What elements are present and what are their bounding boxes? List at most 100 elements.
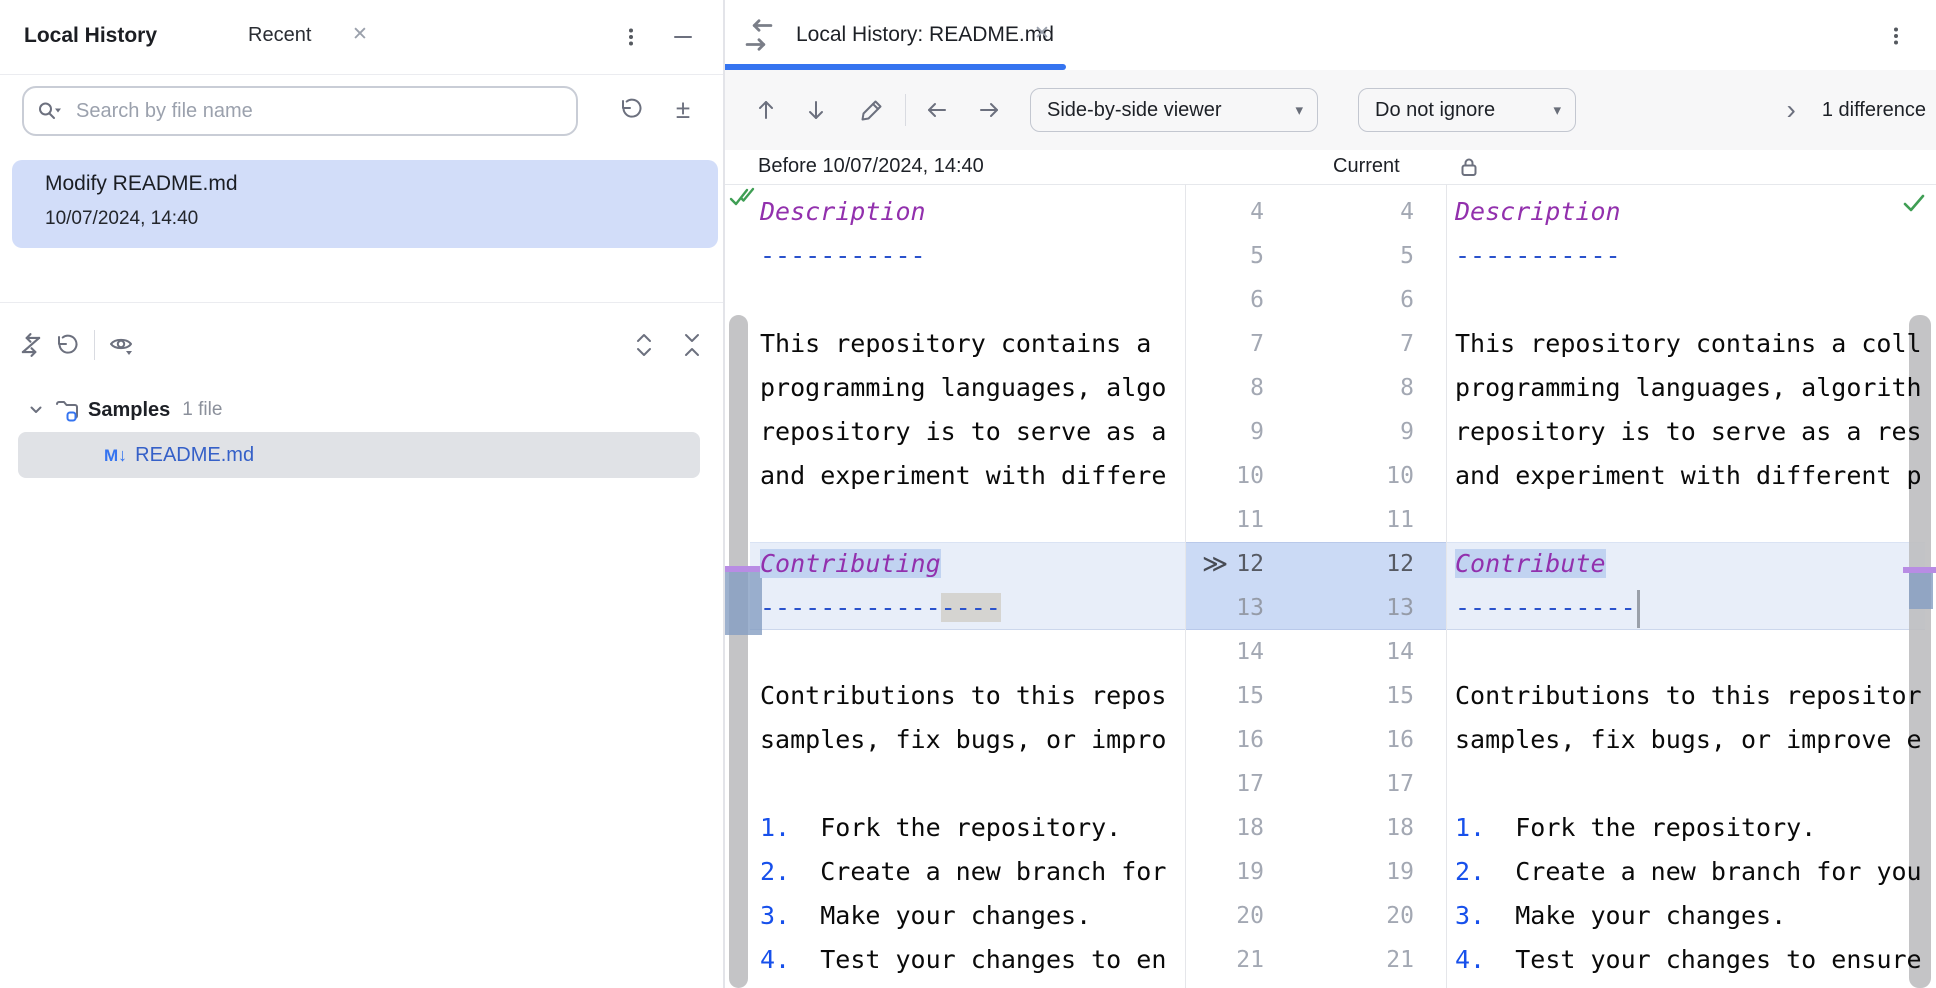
diff-line-current-20[interactable]: 3. Make your changes. — [1447, 894, 1936, 938]
code-segment: ------------ — [1455, 593, 1636, 622]
expand-all-icon[interactable] — [627, 328, 661, 362]
back-arrow-icon[interactable] — [920, 93, 954, 127]
diff-line-before-18[interactable]: 1. Fork the repository. — [725, 806, 1185, 850]
diff-line-before-7[interactable]: This repository contains a — [725, 322, 1185, 366]
diff-line-current-19[interactable]: 2. Create a new branch for you — [1447, 850, 1936, 894]
apply-change-icon[interactable]: ≫ — [1202, 542, 1228, 586]
previous-difference-icon[interactable] — [749, 93, 783, 127]
tab-close-icon[interactable]: ✕ — [1034, 22, 1050, 45]
diff-pane-current[interactable]: Description----------- This repository co… — [1447, 184, 1936, 988]
collapse-all-icon[interactable] — [675, 328, 709, 362]
right-scrollbar-thumb[interactable] — [1909, 315, 1931, 988]
diff-line-current-17[interactable] — [1447, 762, 1936, 806]
minimize-icon[interactable] — [666, 20, 700, 54]
diff-line-before-12[interactable]: Contributing — [725, 542, 1185, 586]
diff-line-before-16[interactable]: samples, fix bugs, or impro — [725, 718, 1185, 762]
expand-breadcrumb-chevron-icon[interactable]: › — [1787, 100, 1796, 120]
code-segment: Make your changes. — [790, 901, 1091, 930]
gutter-row-17: 1717 — [1186, 762, 1446, 806]
tab-recent[interactable]: Recent — [248, 24, 311, 47]
tab-recent-close-icon[interactable]: ✕ — [352, 23, 368, 46]
diff-line-current-4[interactable]: Description — [1447, 190, 1936, 234]
code-segment: Contributing — [760, 549, 941, 578]
diff-line-before-8[interactable]: programming languages, algo — [725, 366, 1185, 410]
plus-minus-icon[interactable]: ± — [666, 92, 700, 126]
diff-line-before-11[interactable] — [725, 498, 1185, 542]
before-revision-label: Before 10/07/2024, 14:40 — [758, 155, 984, 178]
diff-line-current-11[interactable] — [1447, 498, 1936, 542]
diff-line-current-15[interactable]: Contributions to this repositor — [1447, 674, 1936, 718]
line-number-current: 13 — [1386, 595, 1414, 621]
diff-line-current-18[interactable]: 1. Fork the repository. — [1447, 806, 1936, 850]
diff-line-before-21[interactable]: 4. Test your changes to en — [725, 938, 1185, 982]
diff-line-current-7[interactable]: This repository contains a coll — [1447, 322, 1936, 366]
diff-line-before-19[interactable]: 2. Create a new branch for — [725, 850, 1185, 894]
code-segment: repository is to serve as a res — [1455, 417, 1922, 446]
search-input[interactable]: Search by file name — [22, 86, 578, 136]
line-number-before: 7 — [1250, 331, 1264, 357]
history-toolbar — [0, 302, 723, 388]
code-segment: Description — [760, 197, 926, 226]
diff-line-current-21[interactable]: 4. Test your changes to ensure — [1447, 938, 1936, 982]
revert-icon[interactable] — [50, 328, 84, 362]
diff-tab-icon — [740, 16, 780, 56]
chevron-down-icon: ▾ — [1553, 101, 1561, 119]
code-segment: Test your changes to ensure — [1485, 945, 1922, 974]
chevron-down-icon[interactable] — [26, 400, 46, 420]
diff-line-current-13[interactable]: ------------ — [1447, 586, 1936, 630]
diff-line-before-15[interactable]: Contributions to this repos — [725, 674, 1185, 718]
diff-line-current-16[interactable]: samples, fix bugs, or improve e — [1447, 718, 1936, 762]
diff-line-before-5[interactable]: ----------- — [725, 234, 1185, 278]
whitespace-ignore-dropdown[interactable]: Do not ignore ▾ — [1358, 88, 1576, 132]
code-segment: Create a new branch for — [790, 857, 1166, 886]
diff-pane-before[interactable]: Description ----------- This repository co… — [725, 184, 1185, 988]
gutter-row-8: 88 — [1186, 366, 1446, 410]
code-segment: 3. — [1455, 901, 1485, 930]
line-number-before: 11 — [1236, 507, 1264, 533]
line-number-before: 8 — [1250, 375, 1264, 401]
analysis-ok-check-icon — [1901, 192, 1929, 216]
tree-node-samples[interactable]: Samples 1 file — [0, 388, 723, 432]
diff-line-current-6[interactable] — [1447, 278, 1936, 322]
diff-line-current-9[interactable]: repository is to serve as a res — [1447, 410, 1936, 454]
diff-line-before-9[interactable]: repository is to serve as a — [725, 410, 1185, 454]
diff-line-before-17[interactable] — [725, 762, 1185, 806]
show-diff-icon[interactable] — [14, 328, 48, 362]
tab-local-history-readme[interactable]: Local History: README.md — [796, 23, 1054, 47]
editor-options-kebab-icon[interactable] — [1879, 19, 1913, 53]
gutter-row-10: 1010 — [1186, 454, 1446, 498]
line-number-before: 12 — [1236, 551, 1264, 577]
view-options-eye-icon[interactable] — [105, 328, 139, 362]
line-number-before: 16 — [1236, 727, 1264, 753]
edit-pencil-icon[interactable] — [855, 93, 889, 127]
line-number-before: 20 — [1236, 903, 1264, 929]
diff-line-before-6[interactable] — [725, 278, 1185, 322]
tree-file-label: README.md — [135, 444, 254, 467]
diff-line-before-10[interactable]: and experiment with differe — [725, 454, 1185, 498]
diff-line-current-5[interactable]: ----------- — [1447, 234, 1936, 278]
tree-node-readme[interactable]: M↓ README.md — [18, 432, 700, 478]
diff-line-before-4[interactable]: Description — [725, 190, 1185, 234]
diff-line-before-20[interactable]: 3. Make your changes. — [725, 894, 1185, 938]
diff-line-current-12[interactable]: Contribute — [1447, 542, 1936, 586]
forward-arrow-icon[interactable] — [972, 93, 1006, 127]
diff-line-before-13[interactable]: ---------------- — [725, 586, 1185, 630]
line-number-current: 5 — [1400, 243, 1414, 269]
history-entry-selected[interactable]: Modify README.md 10/07/2024, 14:40 — [12, 160, 718, 248]
line-number-current: 20 — [1386, 903, 1414, 929]
code-segment: Fork the repository. — [790, 813, 1121, 842]
viewer-mode-dropdown[interactable]: Side-by-side viewer ▾ — [1030, 88, 1318, 132]
gutter-row-16: 1616 — [1186, 718, 1446, 762]
diff-line-current-14[interactable] — [1447, 630, 1936, 674]
diff-line-current-10[interactable]: and experiment with different p — [1447, 454, 1936, 498]
next-difference-icon[interactable] — [799, 93, 833, 127]
diff-line-before-14[interactable] — [725, 630, 1185, 674]
diff-line-current-8[interactable]: programming languages, algorith — [1447, 366, 1936, 410]
code-segment: samples, fix bugs, or impro — [760, 725, 1166, 754]
panel-options-kebab-icon[interactable] — [614, 20, 648, 54]
revert-search-icon[interactable] — [614, 92, 648, 126]
left-scrollbar-thumb[interactable] — [729, 315, 748, 988]
line-number-current: 9 — [1400, 419, 1414, 445]
search-placeholder: Search by file name — [76, 100, 253, 123]
search-icon — [36, 99, 62, 123]
